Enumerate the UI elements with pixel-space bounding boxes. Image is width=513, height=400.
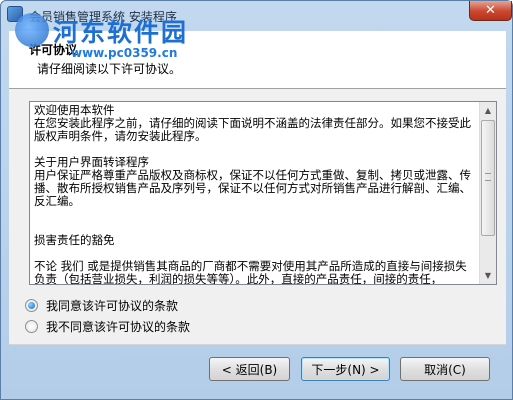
license-text: 欢迎使用本软件 在您安装此程序之前，请仔细的阅读下面说明不涵盖的法律责任部分。如… xyxy=(34,103,471,285)
close-icon: ✕ xyxy=(485,3,496,18)
accept-option[interactable]: 我同意该许可协议的条款 xyxy=(25,297,178,314)
button-bar: < 返回(B) 下一步(N) > 取消(C) xyxy=(1,345,512,399)
grip-icon xyxy=(485,173,491,181)
page-subtitle: 请仔细阅读以下许可协议。 xyxy=(37,62,182,76)
license-textbox[interactable]: 欢迎使用本软件 在您安装此程序之前，请仔细的阅读下面说明不涵盖的法律责任部分。如… xyxy=(29,101,497,285)
body-panel: 欢迎使用本软件 在您安装此程序之前，请仔细的阅读下面说明不涵盖的法律责任部分。如… xyxy=(9,89,506,345)
decline-option[interactable]: 我不同意该许可协议的条款 xyxy=(25,318,190,335)
accept-radio[interactable] xyxy=(25,299,38,312)
next-button[interactable]: 下一步(N) > xyxy=(301,357,390,381)
watermark-text: 河东软件园 xyxy=(53,18,189,47)
back-button[interactable]: < 返回(B) xyxy=(209,357,290,381)
accept-label: 我同意该许可协议的条款 xyxy=(46,299,179,313)
cancel-button[interactable]: 取消(C) xyxy=(400,357,490,381)
watermark-logo-icon xyxy=(15,13,49,47)
decline-label: 我不同意该许可协议的条款 xyxy=(46,320,191,334)
watermark-url: www.pc0359.cn xyxy=(71,46,178,60)
scroll-down-icon[interactable]: ▼ xyxy=(480,267,496,284)
installer-window: 会员销售管理系统 安装程序 ✕ 许可协议 请仔细阅读以下许可协议。 河东软件园 … xyxy=(0,0,513,400)
close-button[interactable]: ✕ xyxy=(469,1,512,21)
vertical-scrollbar[interactable]: ▲ ▼ xyxy=(479,102,496,284)
decline-radio[interactable] xyxy=(25,320,38,333)
scroll-up-icon[interactable]: ▲ xyxy=(480,102,496,119)
scroll-thumb[interactable] xyxy=(481,120,495,236)
